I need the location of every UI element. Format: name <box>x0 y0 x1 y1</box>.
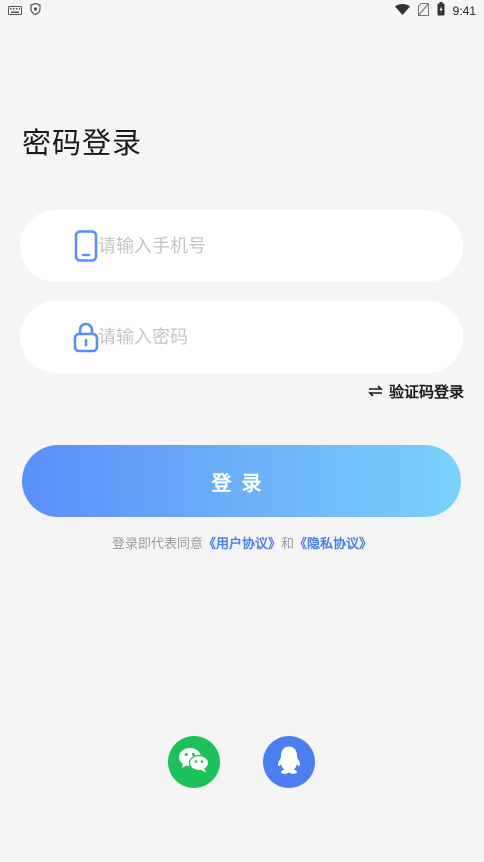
wechat-login-button[interactable] <box>168 736 220 788</box>
swap-icon <box>368 383 383 401</box>
agreement-text: 登录即代表同意《用户协议》和《隐私协议》 <box>0 533 484 552</box>
agreement-and: 和 <box>281 537 295 552</box>
agreement-prefix: 登录即代表同意 <box>111 537 203 552</box>
user-agreement-link[interactable]: 《用户协议》 <box>203 537 281 552</box>
lock-icon <box>72 321 100 353</box>
wechat-icon <box>178 746 210 778</box>
qq-login-button[interactable] <box>263 736 315 788</box>
phone-field[interactable] <box>20 210 463 282</box>
battery-icon <box>437 2 445 19</box>
phone-icon <box>72 230 100 262</box>
no-sim-icon <box>417 2 430 19</box>
phone-input[interactable] <box>98 210 438 282</box>
switch-to-code-login[interactable]: 验证码登录 <box>368 381 464 402</box>
wifi-icon <box>394 3 410 18</box>
status-bar: 9:41 <box>0 0 484 20</box>
switch-login-label: 验证码登录 <box>388 383 464 401</box>
qq-icon <box>276 745 302 779</box>
login-button[interactable]: 登录 <box>22 445 461 517</box>
login-screen: 9:41 密码登录 验证码登录 登录 登录即代表同意《用户协议》和《隐私协议》 <box>0 0 484 862</box>
keyboard-icon <box>8 4 22 18</box>
password-field[interactable] <box>20 301 463 373</box>
status-bar-system: 9:41 <box>394 2 476 19</box>
status-bar-notifications <box>8 2 41 18</box>
shield-icon <box>30 2 41 18</box>
page-title: 密码登录 <box>22 126 143 160</box>
status-time: 9:41 <box>452 3 476 18</box>
privacy-policy-link[interactable]: 《隐私协议》 <box>294 537 372 552</box>
password-input[interactable] <box>98 301 438 373</box>
